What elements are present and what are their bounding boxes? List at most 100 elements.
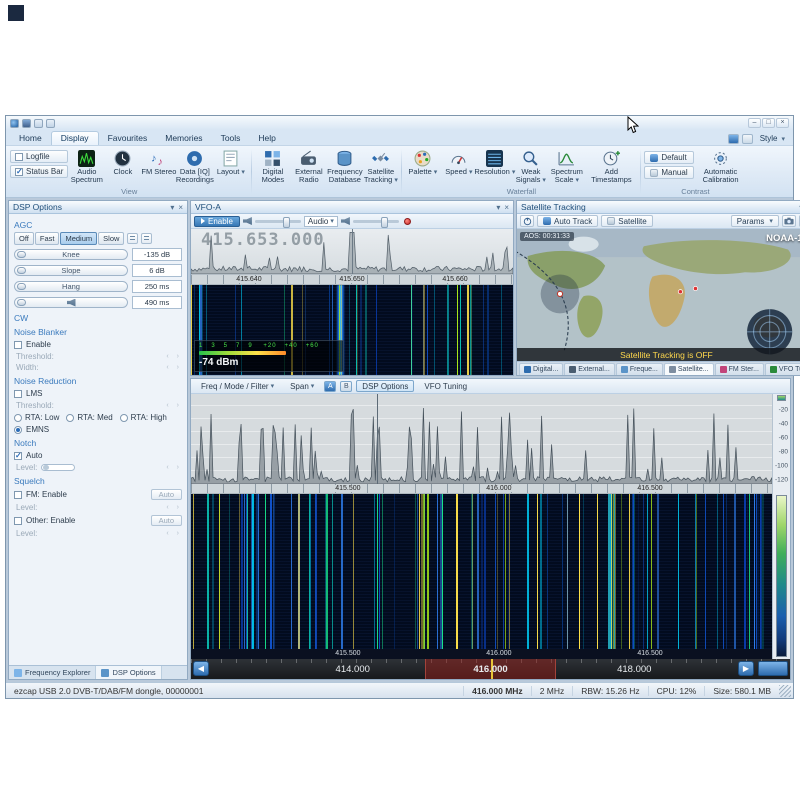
contrast-default-button[interactable]: Default bbox=[644, 151, 694, 164]
tab-dsp-options[interactable]: DSP Options bbox=[96, 666, 162, 679]
redo-icon[interactable] bbox=[46, 118, 55, 128]
agc-fast-button[interactable]: Fast bbox=[34, 232, 60, 245]
tab-memories[interactable]: Memories bbox=[156, 132, 211, 145]
vfo-tuning-tab-button[interactable]: VFO Tuning bbox=[418, 380, 473, 392]
camera-icon[interactable] bbox=[781, 215, 796, 227]
lms-checkbox[interactable]: LMS bbox=[14, 389, 182, 398]
gain-slider[interactable] bbox=[14, 297, 128, 308]
speaker-icon[interactable] bbox=[242, 217, 252, 225]
data-iq-recordings-button[interactable]: Data [IQ] Recordings bbox=[176, 148, 214, 186]
waterfall-intensity-gradient[interactable] bbox=[776, 495, 787, 657]
notch-level-slider[interactable] bbox=[41, 464, 76, 471]
freq-mode-filter-dropdown[interactable]: Freq / Mode / Filter bbox=[195, 380, 280, 392]
digital-modes-button[interactable]: Digital Modes bbox=[255, 148, 290, 186]
rta-high-radio[interactable]: RTA: High bbox=[119, 413, 167, 422]
slider-knob[interactable] bbox=[17, 267, 26, 274]
agc-medium-button[interactable]: Medium bbox=[60, 232, 98, 245]
frequency-database-button[interactable]: Frequency Database bbox=[327, 148, 363, 186]
slope-value[interactable]: 6 dB bbox=[132, 264, 182, 277]
logfile-checkbox[interactable]: Logfile bbox=[10, 150, 69, 163]
main-spectrum[interactable] bbox=[191, 394, 772, 484]
fm-auto-button[interactable]: Auto bbox=[150, 489, 182, 500]
speed-button[interactable]: Speed bbox=[441, 148, 476, 186]
noise-blanker-heading[interactable]: Noise Blanker bbox=[14, 327, 182, 337]
emns-radio[interactable]: EMNS bbox=[14, 425, 182, 434]
satellite-tracking-button[interactable]: Satellite Tracking bbox=[363, 148, 398, 186]
view-a-button[interactable]: A bbox=[324, 380, 337, 392]
external-radio-button[interactable]: External Radio bbox=[291, 148, 326, 186]
tab-digital-modes[interactable]: Digital... bbox=[519, 363, 564, 375]
frequency-display[interactable]: 415.653.000 bbox=[201, 230, 325, 250]
minimize-button[interactable]: – bbox=[748, 118, 761, 128]
hang-value[interactable]: 250 ms bbox=[132, 280, 182, 293]
power-icon[interactable] bbox=[520, 215, 534, 227]
vfo-spectrum[interactable]: 415.653.000 bbox=[191, 229, 513, 275]
enable-button[interactable]: Enable bbox=[194, 215, 240, 227]
noise-reduction-heading[interactable]: Noise Reduction bbox=[14, 376, 182, 386]
contrast-manual-button[interactable]: Manual bbox=[644, 166, 694, 179]
mute-icon[interactable] bbox=[340, 217, 350, 225]
tab-fm-stereo[interactable]: FM Ster... bbox=[714, 363, 764, 375]
notch-auto-checkbox[interactable]: Auto bbox=[14, 451, 182, 460]
other-auto-button[interactable]: Auto bbox=[150, 515, 182, 526]
nav-right-arrow[interactable]: ▶ bbox=[738, 661, 754, 676]
other-enable-checkbox[interactable]: Other: Enable Auto bbox=[14, 515, 182, 526]
tab-satellite[interactable]: Satellite... bbox=[663, 363, 714, 375]
nav-left-arrow[interactable]: ◀ bbox=[193, 661, 209, 676]
nb-enable-checkbox[interactable]: Enable bbox=[14, 340, 182, 349]
weak-signals-button[interactable]: Weak Signals bbox=[513, 148, 548, 186]
vfo-frequency-scale[interactable]: 415.640 415.650 415.660 bbox=[191, 275, 513, 285]
add-timestamps-button[interactable]: Add Timestamps bbox=[585, 148, 637, 186]
auto-track-button[interactable]: Auto Track bbox=[537, 215, 599, 227]
tab-favourites[interactable]: Favourites bbox=[99, 132, 157, 145]
af-gain-slider[interactable] bbox=[254, 216, 301, 228]
tab-vfo-tuning[interactable]: VFO Tu... bbox=[764, 363, 800, 375]
audio-select[interactable]: Audio bbox=[303, 215, 338, 227]
cw-heading[interactable]: CW bbox=[14, 313, 182, 323]
color-scheme-icon[interactable] bbox=[727, 133, 739, 144]
hang-slider[interactable]: Hang bbox=[14, 281, 128, 292]
rta-low-radio[interactable]: RTA: Low bbox=[14, 413, 59, 422]
record-icon[interactable] bbox=[403, 217, 411, 225]
spinner-arrows[interactable]: ‹ › bbox=[166, 402, 182, 409]
agc-off-button[interactable]: Off bbox=[14, 232, 34, 245]
panel-close-icon[interactable]: × bbox=[504, 203, 509, 212]
knee-value[interactable]: -135 dB bbox=[132, 248, 182, 261]
span-dropdown[interactable]: Span bbox=[284, 380, 320, 392]
slider-knob[interactable] bbox=[17, 283, 26, 290]
slider-knob[interactable] bbox=[17, 299, 26, 306]
slider-knob[interactable] bbox=[17, 251, 26, 258]
tab-help[interactable]: Help bbox=[249, 132, 284, 145]
maximize-button[interactable]: □ bbox=[762, 118, 775, 128]
vfo-waterfall[interactable]: 1 3 5 7 9 +20 +40 +60 -74 dBm bbox=[191, 285, 513, 375]
undo-icon[interactable] bbox=[34, 118, 43, 128]
squelch-heading[interactable]: Squelch bbox=[14, 476, 182, 486]
agc-heading[interactable]: AGC bbox=[14, 220, 182, 230]
resolution-button[interactable]: Resolution bbox=[474, 148, 512, 186]
fm-enable-checkbox[interactable]: FM: Enable Auto bbox=[14, 489, 182, 500]
panel-close-icon[interactable]: × bbox=[178, 203, 183, 212]
panel-menu-icon[interactable]: ▾ bbox=[170, 203, 174, 212]
clock-button[interactable]: Clock bbox=[105, 148, 140, 186]
spinner-arrows[interactable]: ‹ › bbox=[166, 464, 182, 471]
spinner-arrows[interactable]: ‹ › bbox=[166, 353, 182, 360]
spinner-arrows[interactable]: ‹ › bbox=[166, 504, 182, 511]
spinner-arrows[interactable]: ‹ › bbox=[166, 530, 182, 537]
rta-med-radio[interactable]: RTA: Med bbox=[66, 413, 113, 422]
tab-home[interactable]: Home bbox=[10, 132, 51, 145]
dsp-options-tab-button[interactable]: DSP Options bbox=[356, 380, 415, 392]
tab-tools[interactable]: Tools bbox=[212, 132, 250, 145]
panel-menu-icon[interactable]: ▾ bbox=[496, 203, 500, 212]
agc-options2-icon[interactable] bbox=[141, 233, 153, 244]
main-waterfall[interactable] bbox=[191, 494, 772, 649]
knee-slider[interactable]: Knee bbox=[14, 249, 128, 260]
style-button[interactable]: Style bbox=[756, 133, 789, 144]
layout-button[interactable]: Layout bbox=[213, 148, 248, 186]
tab-external-radio[interactable]: External... bbox=[564, 363, 615, 375]
close-button[interactable]: × bbox=[776, 118, 789, 128]
automatic-calibration-button[interactable]: Automatic Calibration bbox=[695, 148, 747, 186]
save-icon[interactable] bbox=[22, 118, 31, 128]
tab-frequency-explorer[interactable]: Frequency Explorer bbox=[9, 666, 97, 679]
volume-slider[interactable] bbox=[352, 216, 399, 228]
resize-grip[interactable] bbox=[779, 684, 791, 697]
